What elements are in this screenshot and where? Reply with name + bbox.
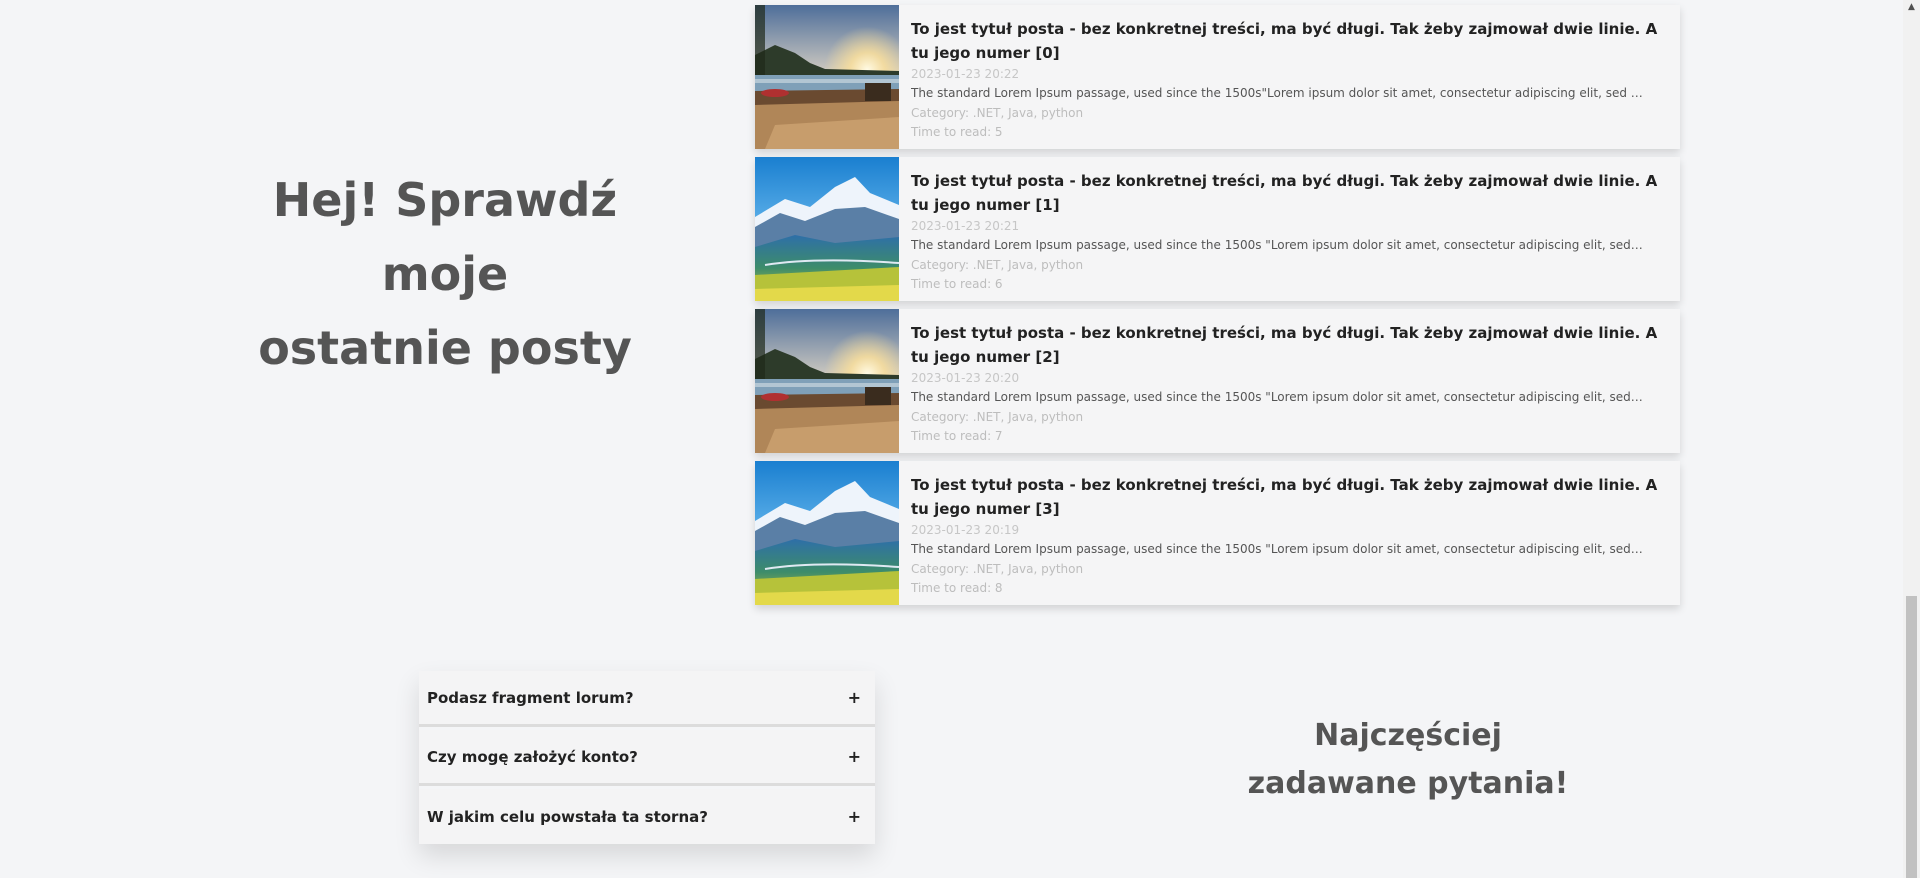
post-title[interactable]: To jest tytuł posta - bez konkretnej tre… [911,17,1666,65]
faq-question: Podasz fragment lorum? [427,688,634,707]
post-body: To jest tytuł posta - bez konkretnej tre… [899,157,1666,301]
post-card[interactable]: To jest tytuł posta - bez konkretnej tre… [755,157,1680,301]
post-date: 2023-01-23 20:22 [911,67,1020,81]
faq-item[interactable]: W jakim celu powstała ta storna? + [419,789,875,844]
post-category: Category: .NET, Java, python [911,106,1084,120]
faq-question: Czy mogę założyć konto? [427,747,638,766]
post-excerpt: The standard Lorem Ipsum passage, used s… [911,542,1643,556]
faq-item[interactable]: Czy mogę założyć konto? + [419,730,875,786]
post-title[interactable]: To jest tytuł posta - bez konkretnej tre… [911,473,1666,521]
post-body: To jest tytuł posta - bez konkretnej tre… [899,5,1666,149]
faq-heading-line2: zadawane pytania! [1247,766,1569,801]
faq-accordion: Podasz fragment lorum? + Czy mogę założy… [419,671,875,844]
post-time-to-read: Time to read: 5 [911,125,1003,139]
post-body: To jest tytuł posta - bez konkretnej tre… [899,309,1666,453]
post-title[interactable]: To jest tytuł posta - bez konkretnej tre… [911,321,1666,369]
post-card[interactable]: To jest tytuł posta - bez konkretnej tre… [755,5,1680,149]
post-time-to-read: Time to read: 6 [911,277,1003,291]
expand-plus-icon[interactable]: + [848,747,861,766]
faq-heading-line1: Najczęściej [1314,718,1502,753]
post-card[interactable]: To jest tytuł posta - bez konkretnej tre… [755,309,1680,453]
faq-heading: Najczęściej zadawane pytania! [1208,712,1608,808]
faq-question: W jakim celu powstała ta storna? [427,807,708,826]
post-body: To jest tytuł posta - bez konkretnej tre… [899,461,1666,605]
post-category: Category: .NET, Java, python [911,410,1084,424]
recent-posts-heading: Hej! Sprawdź moje ostatnie posty [205,163,685,385]
faq-item[interactable]: Podasz fragment lorum? + [419,671,875,727]
mountain-valley-image[interactable] [755,157,899,301]
scroll-up-arrow-icon[interactable]: ▲ [1903,0,1920,14]
post-category: Category: .NET, Java, python [911,258,1084,272]
vertical-scrollbar[interactable]: ▲ [1903,0,1920,878]
expand-plus-icon[interactable]: + [848,688,861,707]
sunset-pool-image[interactable] [755,5,899,149]
post-title[interactable]: To jest tytuł posta - bez konkretnej tre… [911,169,1666,217]
post-excerpt: The standard Lorem Ipsum passage, used s… [911,86,1643,100]
post-date: 2023-01-23 20:19 [911,523,1020,537]
page: Hej! Sprawdź moje ostatnie posty To jest… [0,0,1920,878]
post-date: 2023-01-23 20:20 [911,371,1020,385]
post-card[interactable]: To jest tytuł posta - bez konkretnej tre… [755,461,1680,605]
scrollbar-thumb[interactable] [1906,596,1917,878]
recent-posts-heading-line2: ostatnie posty [258,321,632,375]
post-excerpt: The standard Lorem Ipsum passage, used s… [911,390,1643,404]
post-excerpt: The standard Lorem Ipsum passage, used s… [911,238,1643,252]
post-time-to-read: Time to read: 8 [911,581,1003,595]
recent-posts-heading-line1: Hej! Sprawdź moje [272,173,618,301]
post-time-to-read: Time to read: 7 [911,429,1003,443]
post-date: 2023-01-23 20:21 [911,219,1020,233]
sunset-pool-image[interactable] [755,309,899,453]
mountain-valley-image[interactable] [755,461,899,605]
post-category: Category: .NET, Java, python [911,562,1084,576]
expand-plus-icon[interactable]: + [848,807,861,826]
